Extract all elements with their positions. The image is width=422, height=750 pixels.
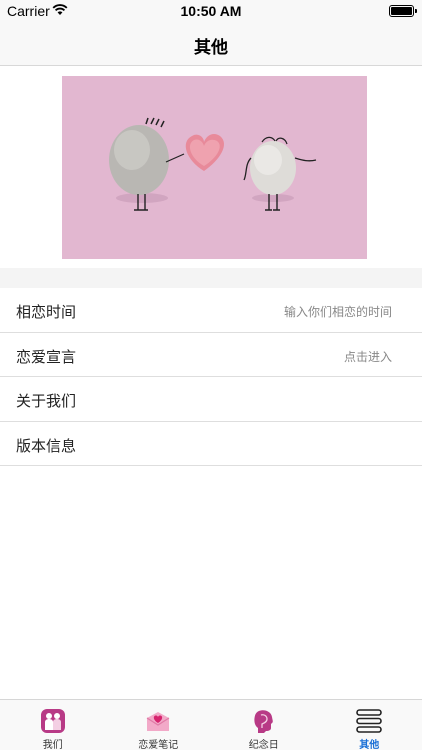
menu-lines-icon bbox=[356, 709, 383, 733]
status-time: 10:50 AM bbox=[180, 3, 242, 19]
menu-item-version-info[interactable]: 版本信息 bbox=[0, 421, 422, 466]
tab-bar: 我们 恋爱笔记 纪念日 其他 bbox=[0, 699, 422, 750]
tab-label: 纪念日 bbox=[248, 740, 279, 750]
menu-item-about-us[interactable]: 关于我们 bbox=[0, 377, 422, 422]
tab-anniversary[interactable]: 纪念日 bbox=[211, 700, 317, 750]
couple-icon bbox=[40, 709, 65, 733]
tab-us[interactable]: 我们 bbox=[0, 700, 106, 750]
menu-item-label: 关于我们 bbox=[16, 392, 77, 410]
menu-item-detail: 点击进入 bbox=[343, 349, 392, 364]
face-silhouette-icon bbox=[254, 710, 273, 733]
menu-item-love-declaration[interactable]: 恋爱宣言 点击进入 bbox=[0, 332, 422, 377]
battery-icon bbox=[389, 5, 417, 17]
page-title: 其他 bbox=[194, 38, 228, 58]
pebbles-heart-illustration bbox=[62, 76, 367, 259]
settings-menu: 相恋时间 输入你们相恋的时间 恋爱宣言 点击进入 关于我们 版本信息 bbox=[0, 288, 422, 466]
tab-label: 恋爱笔记 bbox=[138, 740, 179, 750]
menu-item-label: 版本信息 bbox=[16, 436, 77, 455]
menu-item-label: 相恋时间 bbox=[16, 303, 77, 321]
banner-image bbox=[62, 76, 367, 259]
section-separator bbox=[0, 268, 422, 288]
tab-label: 其他 bbox=[359, 740, 380, 750]
status-bar: Carrier 10:50 AM bbox=[0, 0, 422, 22]
tab-other[interactable]: 其他 bbox=[317, 700, 422, 750]
tab-love-notes[interactable]: 恋爱笔记 bbox=[106, 700, 212, 750]
navigation-bar: 其他 bbox=[0, 22, 422, 66]
love-letter-icon bbox=[146, 712, 170, 731]
tab-label: 我们 bbox=[42, 740, 63, 750]
menu-item-love-time[interactable]: 相恋时间 输入你们相恋的时间 bbox=[0, 288, 422, 333]
menu-item-detail: 输入你们相恋的时间 bbox=[283, 305, 392, 319]
menu-item-label: 恋爱宣言 bbox=[16, 347, 77, 366]
